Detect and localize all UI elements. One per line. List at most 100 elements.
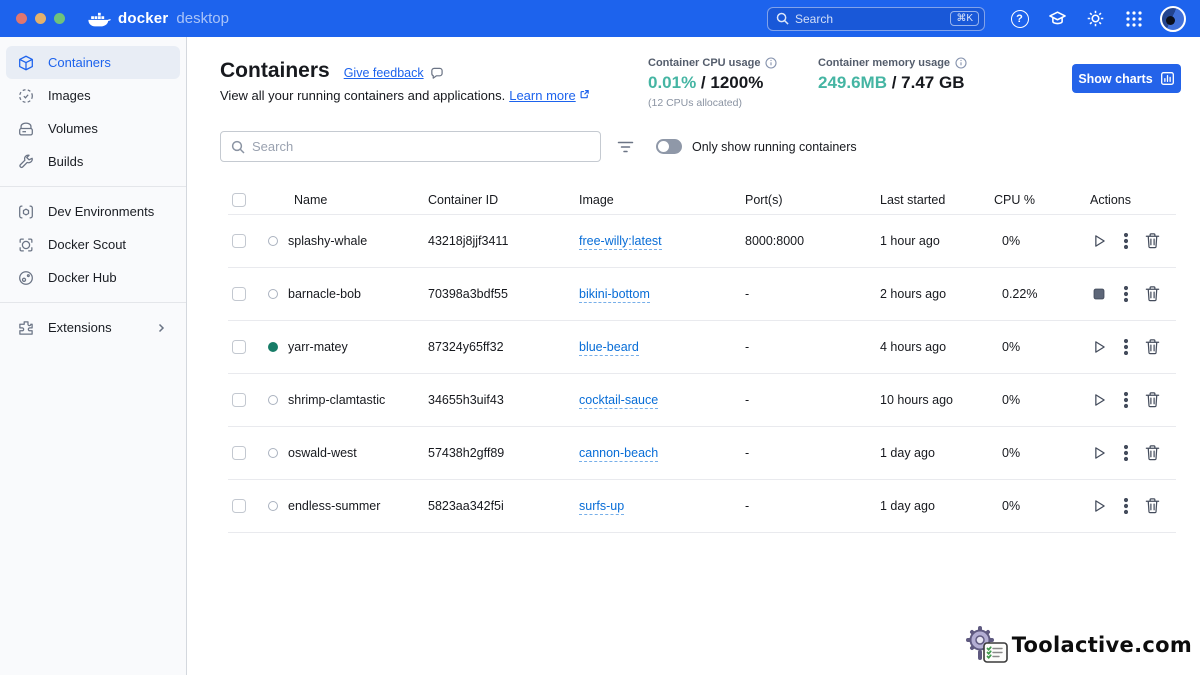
info-icon (765, 57, 778, 69)
play-icon (1095, 235, 1105, 247)
sidebar-item-builds[interactable]: Builds (6, 145, 180, 178)
more-actions-button[interactable] (1124, 392, 1128, 408)
start-button[interactable] (1090, 391, 1108, 409)
containers-search[interactable] (220, 131, 601, 162)
row-checkbox[interactable] (232, 393, 246, 407)
row-checkbox[interactable] (232, 287, 246, 301)
global-search[interactable]: ⌘K (767, 6, 985, 31)
window-controls[interactable] (16, 13, 65, 24)
column-header-ports[interactable]: Port(s) (745, 193, 880, 207)
row-checkbox[interactable] (232, 340, 246, 354)
column-header-container-id[interactable]: Container ID (428, 193, 579, 207)
delete-button[interactable] (1144, 497, 1161, 515)
cpu-percent: 0% (1002, 446, 1021, 460)
play-icon (1095, 341, 1105, 353)
image-link[interactable]: surfs-up (579, 499, 625, 515)
start-button[interactable] (1090, 444, 1108, 462)
filter-icon[interactable] (617, 140, 634, 154)
sidebar-item-extensions[interactable]: Extensions (6, 311, 180, 344)
container-name: splashy-whale (288, 234, 368, 248)
more-actions-button[interactable] (1124, 286, 1128, 302)
containers-search-input[interactable] (252, 139, 590, 154)
kebab-icon (1124, 233, 1128, 249)
kebab-icon (1124, 286, 1128, 302)
memory-total: 7.47 GB (901, 73, 965, 92)
extensions-icon (19, 320, 33, 335)
global-search-input[interactable] (795, 11, 945, 26)
sidebar-item-dev-environments[interactable]: Dev Environments (6, 195, 180, 228)
apps-menu-button[interactable] (1123, 8, 1144, 29)
external-link-icon (580, 90, 590, 99)
sidebar-label: Dev Environments (48, 204, 155, 219)
container-name: shrimp-clamtastic (288, 393, 386, 407)
column-header-cpu[interactable]: CPU % (988, 193, 1090, 207)
sidebar-item-containers[interactable]: Containers (6, 46, 180, 79)
sidebar-item-volumes[interactable]: Volumes (6, 112, 180, 145)
container-ports: - (745, 340, 750, 354)
row-checkbox[interactable] (232, 234, 246, 248)
close-window-icon[interactable] (16, 13, 27, 24)
running-only-toggle-label: Only show running containers (692, 139, 857, 154)
feedback-icon (430, 67, 443, 79)
user-avatar[interactable] (1160, 5, 1186, 32)
select-all-checkbox[interactable] (232, 192, 246, 207)
builds-icon (19, 154, 33, 168)
maximize-window-icon[interactable] (54, 13, 65, 24)
delete-button[interactable] (1144, 444, 1161, 462)
learning-center-button[interactable] (1047, 8, 1068, 29)
main-content: Containers Give feedback View all your r… (188, 37, 1200, 675)
more-actions-button[interactable] (1124, 498, 1128, 514)
play-icon (1095, 394, 1105, 406)
docker-hub-icon (19, 270, 33, 285)
sidebar-item-docker-scout[interactable]: Docker Scout (6, 228, 180, 261)
more-actions-button[interactable] (1124, 339, 1128, 355)
delete-button[interactable] (1144, 338, 1161, 356)
delete-button[interactable] (1144, 391, 1161, 409)
help-button[interactable]: ? (1009, 8, 1030, 29)
running-only-toggle[interactable] (656, 139, 682, 154)
stop-button[interactable] (1090, 285, 1108, 303)
more-actions-button[interactable] (1124, 233, 1128, 249)
table-row: barnacle-bob 70398a3bdf55 bikini-bottom … (228, 268, 1176, 321)
learn-more-link[interactable]: Learn more (509, 88, 575, 103)
image-link[interactable]: bikini-bottom (579, 287, 650, 303)
app-name-desktop: desktop (176, 10, 229, 27)
status-dot-icon (268, 395, 278, 405)
image-link[interactable]: cannon-beach (579, 446, 659, 462)
container-id: 70398a3bdf55 (428, 287, 508, 301)
column-header-actions: Actions (1090, 192, 1131, 207)
settings-button[interactable] (1085, 8, 1106, 29)
container-ports: 8000:8000 (745, 234, 805, 248)
column-header-image[interactable]: Image (579, 193, 745, 207)
give-feedback-link[interactable]: Give feedback (344, 66, 444, 80)
row-checkbox[interactable] (232, 499, 246, 513)
image-link[interactable]: cocktail-sauce (579, 393, 659, 409)
minimize-window-icon[interactable] (35, 13, 46, 24)
show-charts-button[interactable]: Show charts (1072, 64, 1181, 93)
image-link[interactable]: blue-beard (579, 340, 639, 356)
start-button[interactable] (1090, 497, 1108, 515)
column-header-name[interactable]: Name (268, 193, 428, 207)
table-row: oswald-west 57438h2gff89 cannon-beach - … (228, 427, 1176, 480)
start-button[interactable] (1090, 338, 1108, 356)
more-actions-button[interactable] (1124, 445, 1128, 461)
trash-icon (1145, 286, 1160, 302)
search-icon (776, 12, 789, 25)
start-button[interactable] (1090, 232, 1108, 250)
trash-icon (1145, 498, 1160, 514)
column-header-last-started[interactable]: Last started (880, 193, 988, 207)
search-icon (231, 140, 245, 154)
status-dot-icon (268, 501, 278, 511)
sidebar-item-images[interactable]: Images (6, 79, 180, 112)
sidebar-item-docker-hub[interactable]: Docker Hub (6, 261, 180, 294)
image-link[interactable]: free-willy:latest (579, 234, 662, 250)
row-checkbox[interactable] (232, 446, 246, 460)
play-icon (1095, 447, 1105, 459)
delete-button[interactable] (1144, 285, 1161, 303)
delete-button[interactable] (1144, 232, 1161, 250)
sidebar-label: Containers (48, 55, 111, 70)
cpu-used: 0.01% (648, 73, 697, 92)
apps-grid-icon (1125, 10, 1142, 27)
docker-scout-icon (19, 238, 33, 251)
gear-checklist-icon (965, 626, 1008, 663)
